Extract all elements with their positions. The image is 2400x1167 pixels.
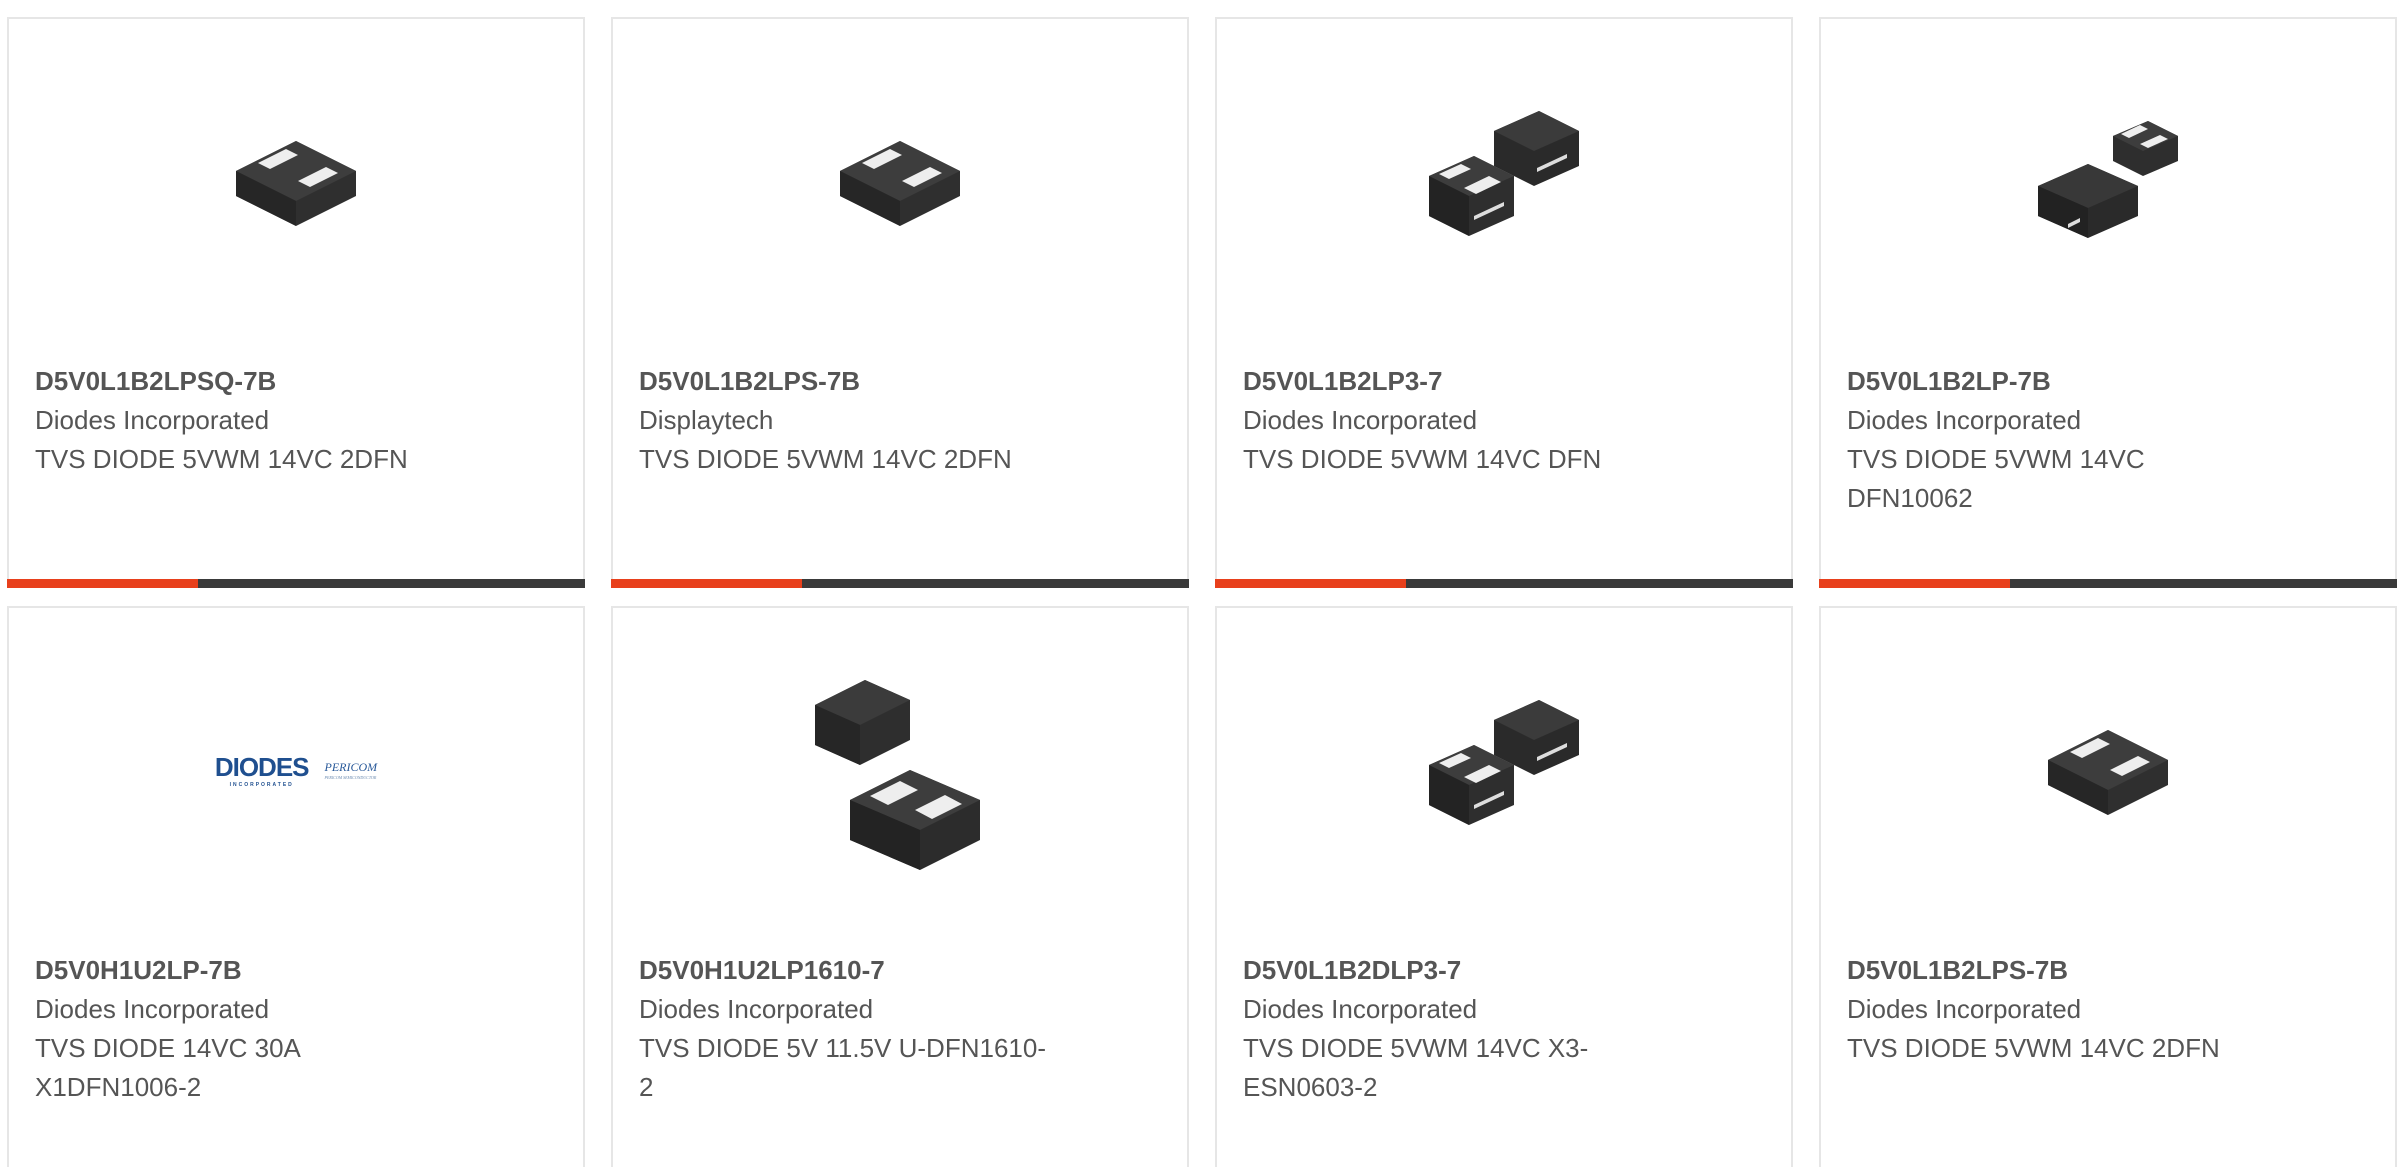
single-chip-icon	[2048, 730, 2168, 815]
product-image	[2008, 86, 2208, 276]
product-info: D5V0H1U2LP1610-7 Diodes Incorporated TVS…	[639, 951, 1161, 1107]
part-number[interactable]: D5V0L1B2LPS-7B	[1847, 951, 2369, 990]
pericom-logo: PERICOM PERICOM SEMICONDUCTOR	[325, 760, 378, 780]
progress-bar	[611, 579, 1189, 588]
single-chip-icon	[236, 141, 356, 226]
pericom-logo-text: PERICOM	[324, 760, 378, 774]
manufacturer: Diodes Incorporated	[1243, 405, 1478, 435]
dual-chip-large-icon	[815, 680, 980, 870]
product-image	[196, 86, 396, 276]
progress-fill	[7, 579, 198, 588]
product-image	[800, 675, 1000, 870]
manufacturer: Diodes Incorporated	[35, 405, 270, 435]
manufacturer: Diodes Incorporated	[639, 994, 874, 1024]
part-number[interactable]: D5V0L1B2LP3-7	[1243, 362, 1765, 401]
description: TVS DIODE 5VWM 14VC X3-ESN0603-2	[1243, 1033, 1589, 1102]
progress-bar	[1215, 579, 1793, 588]
product-image	[800, 86, 1000, 276]
product-card[interactable]: DIODES INCORPORATED PERICOM PERICOM SEMI…	[7, 606, 585, 1167]
diodes-logo: DIODES INCORPORATED	[214, 752, 310, 788]
diodes-logo-subtext: INCORPORATED	[229, 782, 294, 788]
manufacturer: Diodes Incorporated	[1847, 994, 2082, 1024]
description: TVS DIODE 14VC 30A X1DFN1006-2	[35, 1033, 300, 1102]
product-card[interactable]: D5V0L1B2LP3-7 Diodes Incorporated TVS DI…	[1215, 17, 1793, 588]
diodes-logo-text: DIODES	[214, 752, 310, 782]
progress-fill	[611, 579, 802, 588]
product-info: D5V0L1B2LPSQ-7B Diodes Incorporated TVS …	[35, 362, 557, 479]
description: TVS DIODE 5VWM 14VC 2DFN	[35, 444, 408, 474]
description: TVS DIODE 5VWM 14VC DFN10062	[1847, 444, 2145, 513]
product-image	[1404, 675, 1604, 865]
product-image: DIODES INCORPORATED PERICOM PERICOM SEMI…	[196, 675, 396, 865]
progress-fill	[1819, 579, 2010, 588]
manufacturer: Diodes Incorporated	[35, 994, 270, 1024]
diodes-pericom-logo: DIODES INCORPORATED PERICOM PERICOM SEMI…	[215, 752, 377, 788]
product-card[interactable]: D5V0L1B2LP-7B Diodes Incorporated TVS DI…	[1819, 17, 2397, 588]
product-card[interactable]: D5V0L1B2DLP3-7 Diodes Incorporated TVS D…	[1215, 606, 1793, 1167]
manufacturer: Displaytech	[639, 405, 774, 435]
part-number[interactable]: D5V0L1B2DLP3-7	[1243, 951, 1765, 990]
product-card[interactable]: D5V0L1B2LPS-7B Displaytech TVS DIODE 5VW…	[611, 17, 1189, 588]
manufacturer: Diodes Incorporated	[1243, 994, 1478, 1024]
part-number[interactable]: D5V0L1B2LP-7B	[1847, 362, 2369, 401]
product-info: D5V0L1B2LP3-7 Diodes Incorporated TVS DI…	[1243, 362, 1765, 479]
product-card[interactable]: D5V0H1U2LP1610-7 Diodes Incorporated TVS…	[611, 606, 1189, 1167]
product-info: D5V0L1B2LPS-7B Displaytech TVS DIODE 5VW…	[639, 362, 1161, 479]
manufacturer: Diodes Incorporated	[1847, 405, 2082, 435]
part-number[interactable]: D5V0L1B2LPSQ-7B	[35, 362, 557, 401]
progress-fill	[1215, 579, 1406, 588]
part-number[interactable]: D5V0L1B2LPS-7B	[639, 362, 1161, 401]
product-info: D5V0L1B2DLP3-7 Diodes Incorporated TVS D…	[1243, 951, 1765, 1107]
dual-chip-icon	[1429, 700, 1579, 825]
dual-chip-icon	[1429, 111, 1579, 236]
description: TVS DIODE 5V 11.5V U-DFN1610-2	[639, 1033, 1046, 1102]
product-card[interactable]: D5V0L1B2LPS-7B Diodes Incorporated TVS D…	[1819, 606, 2397, 1167]
pericom-logo-subtext: PERICOM SEMICONDUCTOR	[324, 775, 377, 780]
product-grid: D5V0L1B2LPSQ-7B Diodes Incorporated TVS …	[0, 0, 2400, 1167]
product-card[interactable]: D5V0L1B2LPSQ-7B Diodes Incorporated TVS …	[7, 17, 585, 588]
product-info: D5V0L1B2LP-7B Diodes Incorporated TVS DI…	[1847, 362, 2369, 518]
part-number[interactable]: D5V0H1U2LP1610-7	[639, 951, 1161, 990]
product-info: D5V0H1U2LP-7B Diodes Incorporated TVS DI…	[35, 951, 557, 1107]
single-chip-icon	[840, 141, 960, 226]
progress-bar	[7, 579, 585, 588]
product-info: D5V0L1B2LPS-7B Diodes Incorporated TVS D…	[1847, 951, 2369, 1068]
description: TVS DIODE 5VWM 14VC DFN	[1243, 444, 1602, 474]
part-number[interactable]: D5V0H1U2LP-7B	[35, 951, 557, 990]
description: TVS DIODE 5VWM 14VC 2DFN	[1847, 1033, 2220, 1063]
product-image	[2008, 675, 2208, 865]
description: TVS DIODE 5VWM 14VC 2DFN	[639, 444, 1012, 474]
dual-chip-small-icon	[2038, 121, 2178, 238]
progress-bar	[1819, 579, 2397, 588]
product-image	[1404, 86, 1604, 276]
